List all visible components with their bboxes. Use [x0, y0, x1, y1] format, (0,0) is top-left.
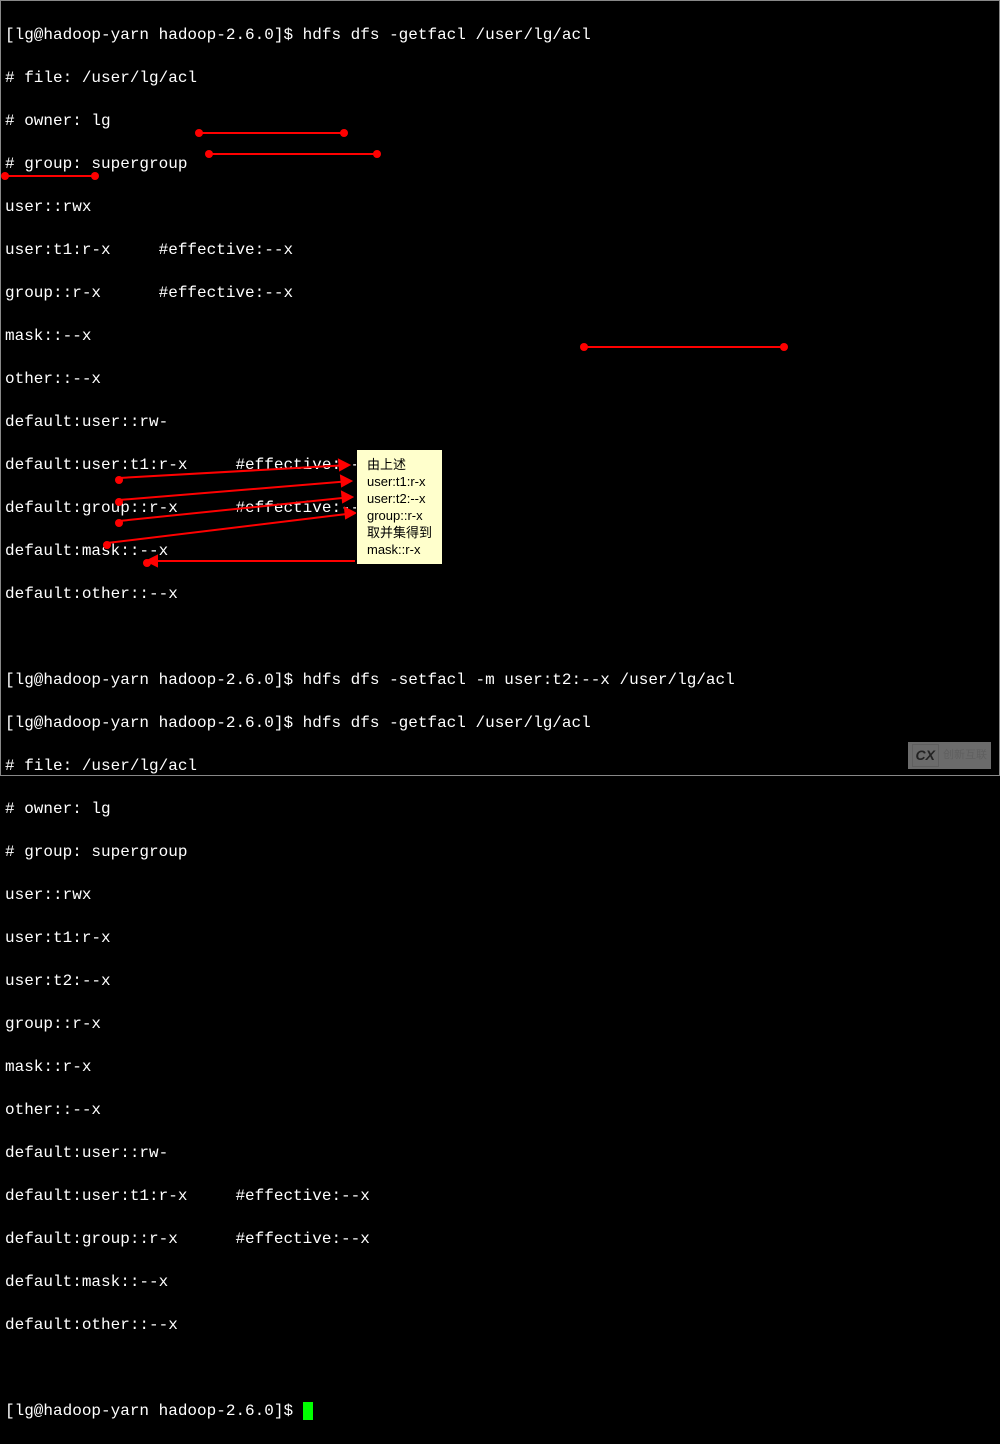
underline-effective-2	[209, 153, 377, 155]
out-b1-l4: user:t1:r-x #effective:--x	[5, 240, 995, 262]
out-b2-l8: other::--x	[5, 1100, 995, 1122]
underline-effective-1	[199, 132, 344, 134]
out-b1-l2: # group: supergroup	[5, 154, 995, 176]
out-b2-l11: default:group::r-x #effective:--x	[5, 1229, 995, 1251]
arrow-origin-dot	[103, 541, 111, 549]
prompt-4: [lg@hadoop-yarn hadoop-2.6.0]$	[5, 1402, 303, 1420]
out-b1-l10: default:group::r-x #effective:--x	[5, 498, 995, 520]
out-b2-l2: # group: supergroup	[5, 842, 995, 864]
prompt-3: [lg@hadoop-yarn hadoop-2.6.0]$	[5, 714, 303, 732]
watermark: CX 创新互联	[908, 742, 991, 770]
out-b1-l6: mask::--x	[5, 326, 995, 348]
underline-dot	[205, 150, 213, 158]
anno-l0: 由上述	[367, 456, 432, 473]
out-b2-l1: # owner: lg	[5, 799, 995, 821]
out-b2-l9: default:user::rw-	[5, 1143, 995, 1165]
anno-l3: group::r-x	[367, 507, 432, 524]
underline-dot	[1, 172, 9, 180]
out-b2-l7: mask::r-x	[5, 1057, 995, 1079]
underline-dot	[91, 172, 99, 180]
anno-l4: 取并集得到	[367, 524, 432, 541]
cmd-1: hdfs dfs -getfacl /user/lg/acl	[303, 26, 591, 44]
underline-mask	[5, 175, 95, 177]
anno-l2: user:t2:--x	[367, 490, 432, 507]
cmd-2: hdfs dfs -setfacl -m user:t2:--x /user/l…	[303, 671, 735, 689]
out-b2-l6: group::r-x	[5, 1014, 995, 1036]
underline-dot	[580, 343, 588, 351]
anno-l1: user:t1:r-x	[367, 473, 432, 490]
anno-l5: mask::r-x	[367, 541, 432, 558]
underline-dot	[340, 129, 348, 137]
annotation-box: 由上述 user:t1:r-x user:t2:--x group::r-x 取…	[356, 449, 443, 565]
underline-dot	[373, 150, 381, 158]
out-b1-l5: group::r-x #effective:--x	[5, 283, 995, 305]
out-b1-l9: default:user:t1:r-x #effective:--x	[5, 455, 995, 477]
out-b1-l0: # file: /user/lg/acl	[5, 68, 995, 90]
arrow-origin-dot	[115, 476, 123, 484]
out-b1-l3: user::rwx	[5, 197, 995, 219]
cursor-icon	[303, 1402, 313, 1420]
out-b1-l1: # owner: lg	[5, 111, 995, 133]
underline-setfacl	[584, 346, 784, 348]
arrow-origin-dot	[143, 559, 151, 567]
underline-dot	[780, 343, 788, 351]
arrow-origin-dot	[115, 498, 123, 506]
out-b2-l3: user::rwx	[5, 885, 995, 907]
out-b2-l4: user:t1:r-x	[5, 928, 995, 950]
out-b2-l0: # file: /user/lg/acl	[5, 756, 995, 778]
prompt-2: [lg@hadoop-yarn hadoop-2.6.0]$	[5, 671, 303, 689]
terminal[interactable]: [lg@hadoop-yarn hadoop-2.6.0]$ hdfs dfs …	[5, 3, 995, 1444]
out-b1-l8: default:user::rw-	[5, 412, 995, 434]
cmd-3: hdfs dfs -getfacl /user/lg/acl	[303, 714, 591, 732]
arrow-origin-dot	[115, 519, 123, 527]
out-b2-l13: default:other::--x	[5, 1315, 995, 1337]
watermark-text: 创新互联	[943, 745, 987, 767]
watermark-logo-icon: CX	[912, 744, 939, 768]
out-b1-l11: default:mask::--x	[5, 541, 995, 563]
out-b2-l12: default:mask::--x	[5, 1272, 995, 1294]
out-b2-l10: default:user:t1:r-x #effective:--x	[5, 1186, 995, 1208]
out-b1-l12: default:other::--x	[5, 584, 995, 606]
out-b2-l5: user:t2:--x	[5, 971, 995, 993]
out-b1-l7: other::--x	[5, 369, 995, 391]
prompt-1: [lg@hadoop-yarn hadoop-2.6.0]$	[5, 26, 303, 44]
underline-dot	[195, 129, 203, 137]
